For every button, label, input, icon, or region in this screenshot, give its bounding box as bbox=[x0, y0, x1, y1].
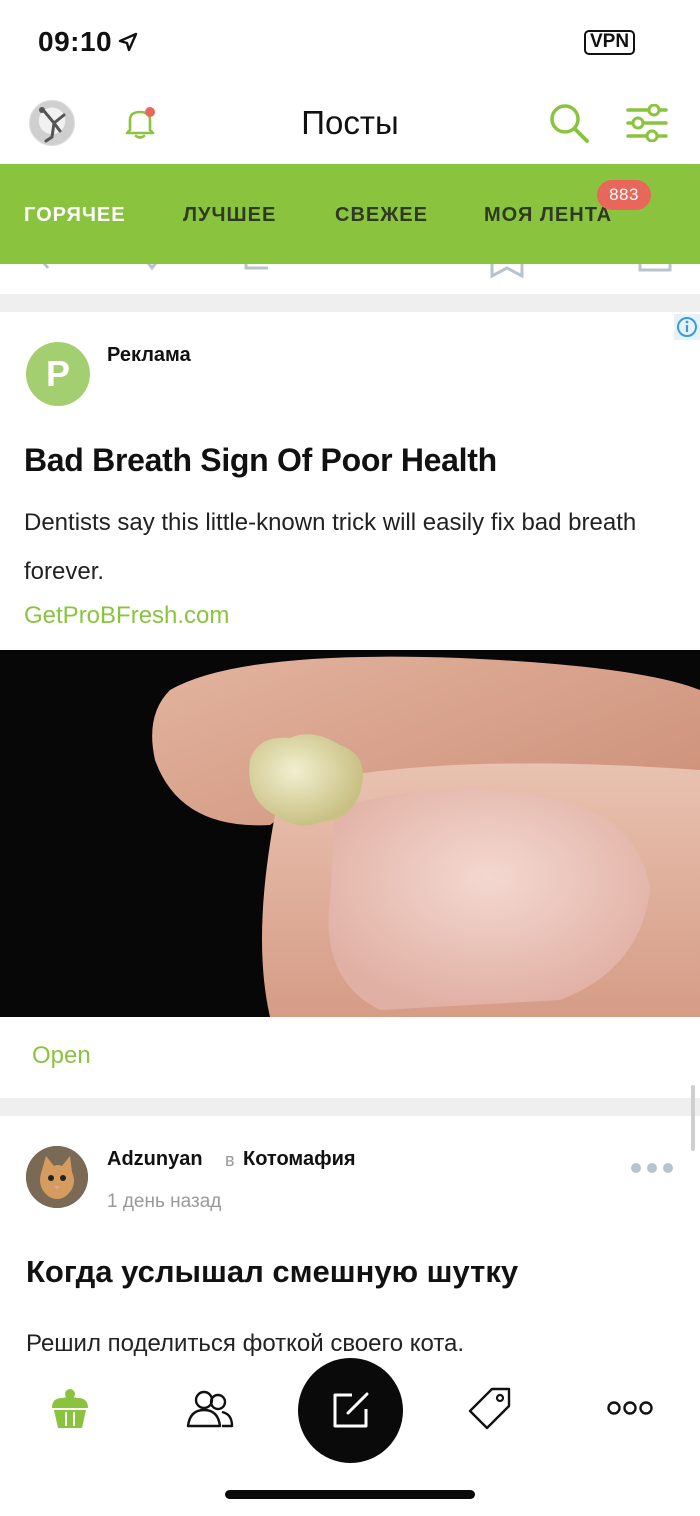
tab-fresh[interactable]: СВЕЖЕЕ bbox=[335, 204, 428, 227]
divider bbox=[0, 294, 700, 312]
more-options-icon[interactable] bbox=[630, 1162, 674, 1174]
ad-photo bbox=[0, 650, 700, 1017]
ad-avatar: P bbox=[26, 342, 90, 406]
ad-image[interactable] bbox=[0, 650, 700, 1017]
status-time: 09:10 bbox=[38, 26, 113, 57]
tab-best[interactable]: ЛУЧШЕЕ bbox=[183, 204, 276, 227]
feed-tabs: ГОРЯЧЕЕ ЛУЧШЕЕ СВЕЖЕЕ МОЯ ЛЕНТА bbox=[0, 164, 700, 264]
ad-open-link[interactable]: Open bbox=[32, 1042, 91, 1070]
ad-description: Dentists say this little-known trick wil… bbox=[24, 509, 637, 585]
page-title: Посты bbox=[301, 104, 399, 141]
divider bbox=[0, 1098, 700, 1116]
more-icon[interactable] bbox=[606, 1386, 654, 1430]
ad-label: Реклама bbox=[107, 344, 191, 366]
app-header: Посты bbox=[0, 88, 700, 164]
post-text: Решил поделиться фоткой своего кота. bbox=[26, 1330, 465, 1357]
search-icon[interactable] bbox=[548, 102, 590, 144]
author-avatar[interactable] bbox=[26, 1146, 88, 1208]
kitten-avatar-image bbox=[26, 1146, 88, 1208]
ad-title[interactable]: Bad Breath Sign Of Poor Health bbox=[24, 442, 497, 479]
community-icon[interactable] bbox=[186, 1386, 234, 1430]
post-in-preposition: в bbox=[225, 1150, 235, 1170]
cupcake-icon[interactable] bbox=[46, 1386, 94, 1430]
compose-icon bbox=[333, 1392, 369, 1428]
post-card[interactable]: Adzunyan в Котомафия 1 день назад Когда … bbox=[0, 1116, 700, 1366]
scrollbar[interactable] bbox=[691, 1085, 695, 1151]
status-bar: 09:10 VPN bbox=[0, 0, 700, 88]
post-title[interactable]: Когда услышал смешную шутку bbox=[26, 1254, 518, 1290]
ad-card[interactable]: P Реклама Bad Breath Sign Of Poor Health… bbox=[0, 312, 700, 1098]
tag-icon[interactable] bbox=[466, 1386, 514, 1430]
info-icon[interactable] bbox=[674, 314, 700, 340]
vpn-indicator: VPN bbox=[584, 30, 636, 55]
compose-button[interactable] bbox=[298, 1358, 403, 1463]
ad-link[interactable]: GetProBFresh.com bbox=[24, 602, 229, 630]
partial-action-icons bbox=[42, 264, 672, 279]
home-indicator bbox=[225, 1490, 475, 1499]
post-community[interactable]: Котомафия bbox=[243, 1148, 356, 1171]
post-time: 1 день назад bbox=[107, 1191, 222, 1212]
tab-my-feed[interactable]: МОЯ ЛЕНТА bbox=[484, 204, 612, 227]
post-author[interactable]: Adzunyan bbox=[107, 1148, 203, 1171]
tab-hot[interactable]: ГОРЯЧЕЕ bbox=[24, 204, 126, 227]
location-arrow-icon bbox=[118, 32, 138, 52]
previous-post-actions bbox=[0, 264, 700, 294]
my-feed-count-badge: 883 bbox=[597, 180, 651, 210]
bottom-nav bbox=[0, 1358, 700, 1516]
filter-icon[interactable] bbox=[626, 104, 668, 142]
